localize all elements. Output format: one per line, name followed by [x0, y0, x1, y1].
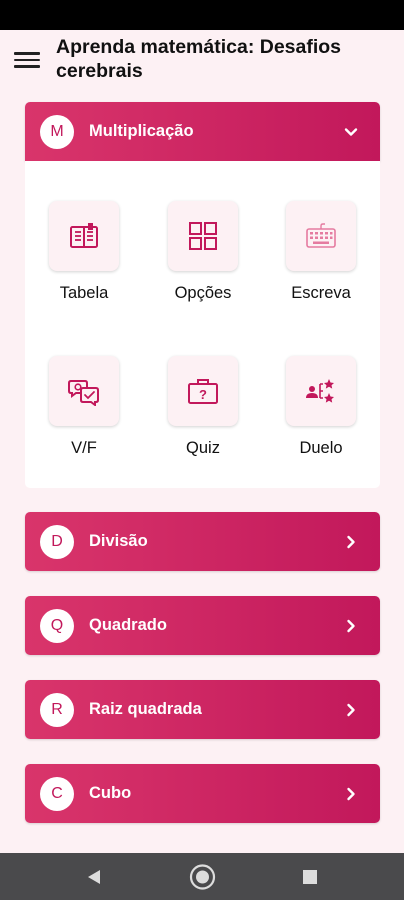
app-title: Aprenda matemática: Desafios cerebrais — [56, 36, 342, 82]
chevron-right-icon — [347, 535, 355, 548]
chevron-right-icon — [347, 787, 355, 800]
svg-text:?: ? — [199, 387, 207, 402]
mode-label: Escreva — [291, 284, 351, 302]
mode-label: Duelo — [299, 439, 343, 457]
keyboard-icon — [306, 223, 336, 248]
section-cubo: C Cubo — [25, 764, 380, 823]
book-icon — [70, 223, 98, 248]
section-label: Quadrado — [89, 616, 167, 634]
mode-label: Quiz — [186, 439, 220, 457]
section-header-multiplicacao[interactable]: M Multiplicação — [25, 102, 380, 161]
mode-tile-tabela[interactable]: Tabela — [29, 201, 139, 303]
tile-icon-box — [286, 201, 356, 271]
grid-icon — [189, 222, 217, 250]
section-header-raiz-quadrada[interactable]: R Raiz quadrada — [25, 680, 380, 739]
mode-label: Tabela — [59, 284, 109, 302]
section-multiplicacao: M Multiplicação Tabela Opções Escreva V/… — [25, 102, 380, 488]
recents-icon[interactable] — [302, 869, 318, 885]
mode-tile-escreva[interactable]: Escreva — [266, 201, 376, 303]
section-quadrado: Q Quadrado — [25, 596, 380, 655]
section-label: Cubo — [89, 784, 132, 802]
menu-icon-line — [14, 58, 40, 62]
tile-icon-box: ? — [168, 356, 238, 426]
letter-badge: R — [40, 692, 74, 727]
back-icon[interactable] — [86, 868, 102, 886]
section-header-cubo[interactable]: C Cubo — [25, 764, 380, 823]
letter-badge: M — [40, 114, 74, 149]
tile-icon-box — [168, 201, 238, 271]
chevron-down-icon — [344, 127, 358, 136]
tile-icon-box — [49, 356, 119, 426]
menu-button[interactable] — [14, 46, 42, 74]
letter-badge: C — [40, 776, 74, 811]
section-label: Divisão — [89, 532, 148, 550]
home-icon[interactable] — [189, 863, 216, 890]
system-nav-bar — [0, 853, 404, 900]
section-header-quadrado[interactable]: Q Quadrado — [25, 596, 380, 655]
section-raiz-quadrada: R Raiz quadrada — [25, 680, 380, 739]
true-false-icon — [68, 380, 99, 406]
mode-tile-opcoes[interactable]: Opções — [148, 201, 258, 303]
mode-tile-vf[interactable]: V/F — [29, 356, 139, 458]
section-divisao: D Divisão — [25, 512, 380, 571]
letter-badge: D — [40, 524, 74, 559]
chevron-right-icon — [347, 619, 355, 632]
app-header: Aprenda matemática: Desafios cerebrais — [0, 30, 404, 92]
section-label: Multiplicação — [89, 122, 194, 140]
section-header-divisao[interactable]: D Divisão — [25, 512, 380, 571]
tile-icon-box — [49, 201, 119, 271]
menu-icon-line — [14, 65, 40, 68]
duel-icon — [306, 379, 334, 403]
chevron-right-icon — [347, 703, 355, 716]
mode-label: V/F — [71, 439, 97, 457]
status-bar — [0, 0, 404, 30]
quiz-icon: ? — [188, 379, 218, 404]
menu-icon-line — [14, 52, 40, 55]
section-label: Raiz quadrada — [89, 700, 202, 718]
mode-label: Opções — [174, 284, 232, 302]
mode-tile-duelo[interactable]: Duelo — [266, 356, 376, 458]
mode-grid: Tabela Opções Escreva V/F ? Quiz Duelo — [25, 161, 380, 488]
letter-badge: Q — [40, 608, 74, 643]
mode-tile-quiz[interactable]: ? Quiz — [148, 356, 258, 458]
tile-icon-box — [286, 356, 356, 426]
